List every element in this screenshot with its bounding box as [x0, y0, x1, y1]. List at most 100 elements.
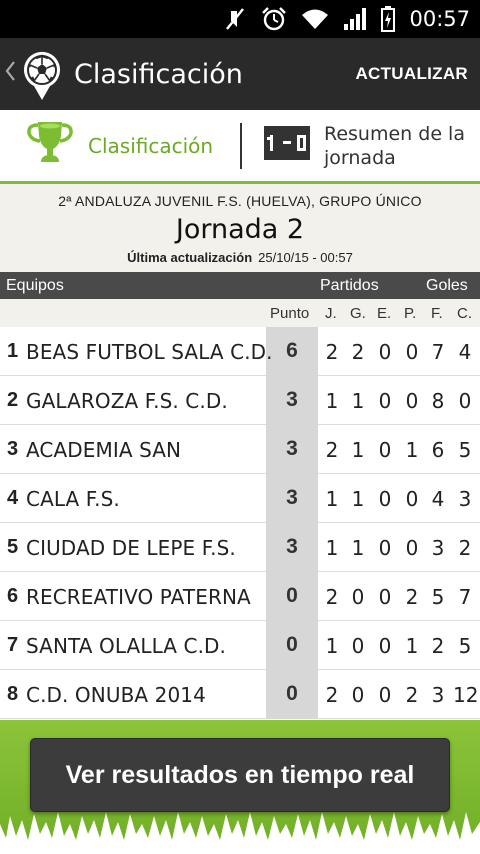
row-points: 0: [286, 584, 298, 607]
row-goals-against: 5: [458, 438, 472, 462]
header-teams: Equipos: [6, 277, 64, 294]
bottom-panel: Ver resultados en tiempo real: [0, 720, 480, 854]
table-subheader: Punto J. G. E. P. F. C.: [0, 299, 480, 327]
row-team: BEAS FUTBOL SALA C.D.: [26, 340, 273, 364]
last-update: Última actualización 25/10/15 - 00:57: [0, 250, 480, 265]
subheader-won: G.: [350, 305, 366, 322]
back-chevron-icon[interactable]: [4, 60, 18, 88]
row-played: 1: [325, 389, 339, 413]
row-won: 2: [351, 340, 365, 364]
league-name: 2ª ANDALUZA JUVENIL F.S. (HUELVA), GRUPO…: [58, 193, 422, 209]
row-goals-against: 5: [458, 634, 472, 658]
last-update-label: Última actualización: [127, 250, 253, 265]
row-goals-for: 8: [431, 389, 445, 413]
row-played: 2: [325, 585, 339, 609]
row-goals-for: 3: [431, 683, 445, 707]
row-drawn: 0: [378, 340, 392, 364]
signal-icon: [343, 7, 367, 31]
tab-round-summary-label: Resumen de la jornada: [324, 122, 465, 169]
table-row[interactable]: 5 CIUDAD DE LEPE F.S. 3 1 1 0 0 3 2: [0, 523, 480, 572]
row-played: 2: [325, 683, 339, 707]
row-team: SANTA OLALLA C.D.: [26, 634, 227, 658]
row-lost: 2: [405, 585, 419, 609]
wifi-icon: [301, 8, 329, 30]
subheader-points: Punto: [270, 305, 310, 322]
table-row[interactable]: 8 C.D. ONUBA 2014 0 2 0 0 2 3 12: [0, 670, 480, 719]
row-position: 4: [7, 487, 19, 509]
row-lost: 0: [405, 487, 419, 511]
header-matches: Partidos: [320, 277, 379, 294]
tab-standings-label: Clasificación: [88, 133, 214, 158]
round-title: Jornada 2: [175, 214, 305, 245]
row-lost: 2: [405, 683, 419, 707]
row-goals-against: 4: [458, 340, 472, 364]
row-goals-for: 6: [431, 438, 445, 462]
row-position: 6: [7, 585, 19, 607]
header-goals: Goles: [426, 277, 468, 294]
row-points: 3: [286, 486, 298, 509]
tab-standings[interactable]: Clasificación: [0, 110, 240, 181]
row-goals-for: 4: [431, 487, 445, 511]
row-position: 3: [7, 438, 19, 460]
trophy-icon: [26, 120, 74, 171]
subheader-goals-against: C.: [457, 305, 472, 322]
row-goals-for: 7: [431, 340, 445, 364]
row-won: 1: [351, 438, 365, 462]
subheader-drawn: E.: [377, 305, 392, 322]
row-points: 3: [286, 535, 298, 558]
row-drawn: 0: [378, 634, 392, 658]
tab-bar: Clasificación Resumen de la jornada: [0, 110, 480, 184]
row-position: 2: [7, 389, 19, 411]
row-played: 1: [325, 634, 339, 658]
row-lost: 1: [405, 438, 419, 462]
row-drawn: 0: [378, 389, 392, 413]
row-position: 7: [7, 634, 19, 656]
soccer-ball-logo[interactable]: [22, 46, 62, 102]
table-row[interactable]: 3 ACADEMIA SAN 3 2 1 0 1 6 5: [0, 425, 480, 474]
row-goals-against: 12: [453, 683, 479, 707]
row-won: 0: [351, 634, 365, 658]
row-points: 3: [286, 388, 298, 411]
row-won: 0: [351, 683, 365, 707]
scoreboard-icon: [264, 126, 310, 165]
row-won: 1: [351, 536, 365, 560]
status-bar: 00:57: [0, 0, 480, 38]
status-time: 00:57: [409, 7, 470, 31]
subheader-goals-for: F.: [431, 305, 443, 322]
row-points: 6: [286, 339, 298, 362]
row-points: 3: [286, 437, 298, 460]
last-update-value: 25/10/15 - 00:57: [258, 250, 353, 265]
battery-icon: [381, 6, 396, 32]
refresh-button[interactable]: ACTUALIZAR: [355, 64, 468, 84]
row-won: 1: [351, 389, 365, 413]
league-header: 2ª ANDALUZA JUVENIL F.S. (HUELVA), GRUPO…: [0, 184, 480, 272]
table-row[interactable]: 6 RECREATIVO PATERNA 0 2 0 0 2 5 7: [0, 572, 480, 621]
table-row[interactable]: 4 CALA F.S. 3 1 1 0 0 4 3: [0, 474, 480, 523]
table-row[interactable]: 1 BEAS FUTBOL SALA C.D. 6 2 2 0 0 7 4: [0, 327, 480, 376]
row-goals-against: 3: [458, 487, 472, 511]
row-team: CIUDAD DE LEPE F.S.: [26, 536, 236, 560]
live-results-button[interactable]: Ver resultados en tiempo real: [30, 738, 450, 812]
alarm-icon: [261, 6, 287, 32]
tab-round-summary[interactable]: Resumen de la jornada: [242, 110, 474, 181]
table-row[interactable]: 2 GALAROZA F.S. C.D. 3 1 1 0 0 8 0: [0, 376, 480, 425]
row-lost: 1: [405, 634, 419, 658]
row-played: 1: [325, 536, 339, 560]
row-lost: 0: [405, 536, 419, 560]
row-team: C.D. ONUBA 2014: [26, 683, 206, 707]
action-bar: Clasificación ACTUALIZAR: [0, 38, 480, 110]
row-played: 2: [325, 340, 339, 364]
table-row[interactable]: 7 SANTA OLALLA C.D. 0 1 0 0 1 2 5: [0, 621, 480, 670]
row-won: 0: [351, 585, 365, 609]
subheader-played: J.: [325, 305, 337, 322]
row-position: 8: [7, 683, 19, 705]
row-team: RECREATIVO PATERNA: [26, 585, 251, 609]
row-drawn: 0: [378, 536, 392, 560]
row-drawn: 0: [378, 438, 392, 462]
row-points: 0: [286, 682, 298, 705]
row-team: ACADEMIA SAN: [26, 438, 182, 462]
row-position: 1: [7, 340, 19, 362]
row-goals-for: 5: [431, 585, 445, 609]
table-header: Equipos Partidos Goles: [0, 272, 480, 299]
row-goals-against: 2: [458, 536, 472, 560]
